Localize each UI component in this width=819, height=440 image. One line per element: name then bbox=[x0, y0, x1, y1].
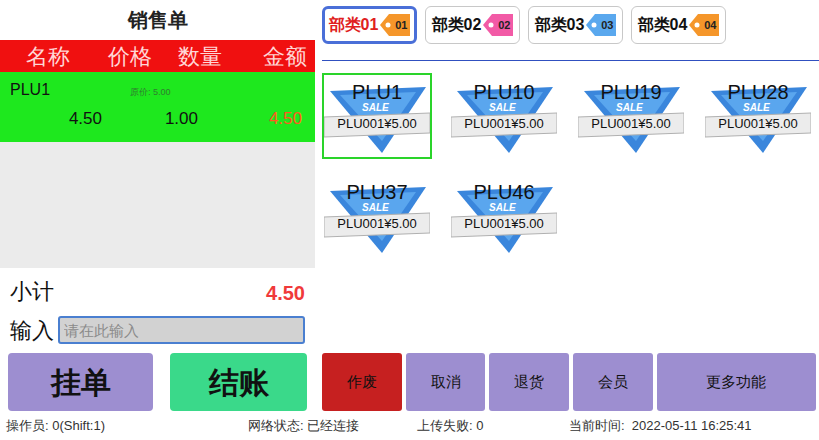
category-label: 部类04 bbox=[638, 13, 688, 37]
checkout-button[interactable]: 结账 bbox=[170, 353, 307, 411]
product-name: PLU37 bbox=[324, 182, 430, 202]
original-price: 原价: 5.00 bbox=[130, 86, 171, 100]
product-name: PLU19 bbox=[578, 82, 684, 102]
product-badge: SALE bbox=[362, 103, 389, 113]
row-values: 4.501.004.50 bbox=[10, 106, 305, 132]
category-tabs: 部类01 01 部类02 02 部类03 03 部类04 04 bbox=[322, 0, 819, 44]
product-tile[interactable]: PLU37SALE PLU001¥5.00 bbox=[322, 173, 432, 259]
product-name: PLU1 bbox=[324, 82, 430, 102]
sales-title: 销售单 bbox=[0, 0, 315, 40]
status-network: 网络状态: 已经连接 bbox=[248, 416, 417, 436]
category-tag: 01 bbox=[380, 14, 410, 36]
sales-panel: 销售单名称价格数量金额PLU1原价: 5.004.501.004.50小计4.5… bbox=[0, 0, 315, 350]
subtotal-value: 4.50 bbox=[266, 278, 305, 308]
product-badge: SALE bbox=[743, 103, 770, 113]
category-tab[interactable]: 部类03 03 bbox=[528, 6, 623, 44]
column-header: 数量 bbox=[165, 40, 235, 73]
product-name: PLU28 bbox=[705, 82, 811, 102]
column-header: 金额 bbox=[235, 40, 315, 73]
category-tab[interactable]: 部类04 04 bbox=[631, 6, 726, 44]
category-tag-number: 01 bbox=[395, 17, 407, 34]
product-tile[interactable]: PLU10SALE PLU001¥5.00 bbox=[449, 73, 559, 159]
product-caption: PLU001¥5.00 bbox=[324, 217, 430, 230]
sales-list: PLU1原价: 5.00 4.501.004.50 bbox=[0, 72, 315, 268]
button-label: 挂单 bbox=[51, 360, 111, 405]
category-tab[interactable]: 部类02 02 bbox=[425, 6, 520, 44]
status-bar: 操作员: 0(Shift:1)网络状态: 已经连接上传失败: 0当前时间: 20… bbox=[0, 412, 819, 440]
table-header: 名称价格数量金额 bbox=[0, 40, 315, 72]
item-quantity: 1.00 bbox=[102, 106, 198, 132]
status-operator: 操作员: 0(Shift:1) bbox=[6, 416, 248, 436]
action-row: 挂单 结账 作废 取消 退货 会员 更多功能 bbox=[0, 350, 819, 412]
input-row: 输入 bbox=[0, 310, 315, 350]
product-name: PLU10 bbox=[451, 82, 557, 102]
product-tile[interactable]: PLU1SALE PLU001¥5.00 bbox=[322, 73, 432, 159]
category-tag: 02 bbox=[483, 14, 513, 36]
product-badge: SALE bbox=[362, 203, 389, 213]
product-badge: SALE bbox=[489, 203, 516, 213]
product-name: PLU46 bbox=[451, 182, 557, 202]
item-name: PLU1 bbox=[10, 78, 130, 102]
status-time: 当前时间: 2022-05-11 16:25:41 bbox=[569, 416, 752, 436]
category-tag-number: 04 bbox=[704, 17, 716, 34]
product-grid: PLU1SALEPLU001¥5.00PLU10SALEPLU001¥5.00P… bbox=[322, 61, 819, 259]
input-label: 输入 bbox=[10, 314, 54, 347]
column-header: 名称 bbox=[0, 40, 95, 73]
category-label: 部类03 bbox=[535, 13, 585, 37]
action-label: 取消 bbox=[431, 371, 461, 394]
product-caption: PLU001¥5.00 bbox=[324, 117, 430, 130]
product-tile[interactable]: PLU46SALE PLU001¥5.00 bbox=[449, 173, 559, 259]
category-tag-number: 03 bbox=[601, 17, 613, 34]
row-top: PLU1原价: 5.00 bbox=[10, 78, 305, 102]
action-button[interactable]: 会员 bbox=[573, 353, 653, 411]
spacer bbox=[322, 44, 819, 60]
action-label: 更多功能 bbox=[706, 371, 766, 394]
subtotal-label: 小计 bbox=[10, 275, 54, 308]
category-label: 部类01 bbox=[329, 13, 379, 37]
column-header: 价格 bbox=[95, 40, 165, 73]
category-tag: 04 bbox=[689, 14, 719, 36]
action-button[interactable]: 更多功能 bbox=[657, 353, 816, 411]
left-buttons: 挂单 结账 bbox=[0, 353, 315, 411]
product-caption: PLU001¥5.00 bbox=[705, 117, 811, 130]
item-price: 4.50 bbox=[10, 106, 102, 132]
product-caption: PLU001¥5.00 bbox=[451, 117, 557, 130]
button-label: 结账 bbox=[209, 360, 269, 405]
subtotal-row: 小计 4.50 bbox=[0, 268, 315, 310]
product-panel: 部类0101部类0202部类0303部类0404PLU1SALEPLU001¥5… bbox=[315, 0, 819, 350]
action-label: 退货 bbox=[514, 371, 544, 394]
category-tag-number: 02 bbox=[498, 17, 510, 34]
product-badge: SALE bbox=[489, 103, 516, 113]
category-tab[interactable]: 部类01 01 bbox=[322, 6, 417, 44]
search-input[interactable] bbox=[58, 316, 305, 344]
status-upload: 上传失败: 0 bbox=[417, 416, 569, 436]
category-tag: 03 bbox=[586, 14, 616, 36]
tab-divider bbox=[322, 60, 819, 61]
action-button[interactable]: 退货 bbox=[489, 353, 569, 411]
category-label: 部类02 bbox=[432, 13, 482, 37]
hold-button[interactable]: 挂单 bbox=[8, 353, 153, 411]
main-area: 销售单名称价格数量金额PLU1原价: 5.004.501.004.50小计4.5… bbox=[0, 0, 819, 350]
product-caption: PLU001¥5.00 bbox=[578, 117, 684, 130]
action-label: 作废 bbox=[347, 371, 377, 394]
action-buttons: 作废 取消 退货 会员 更多功能 bbox=[315, 353, 819, 411]
action-label: 会员 bbox=[598, 371, 628, 394]
product-tile[interactable]: PLU28SALE PLU001¥5.00 bbox=[703, 73, 813, 159]
product-tile[interactable]: PLU19SALE PLU001¥5.00 bbox=[576, 73, 686, 159]
item-amount: 4.50 bbox=[198, 106, 302, 132]
action-button[interactable]: 作废 bbox=[322, 353, 402, 411]
product-caption: PLU001¥5.00 bbox=[451, 217, 557, 230]
product-badge: SALE bbox=[616, 103, 643, 113]
table-row[interactable]: PLU1原价: 5.00 4.501.004.50 bbox=[0, 72, 315, 142]
action-button[interactable]: 取消 bbox=[406, 353, 486, 411]
